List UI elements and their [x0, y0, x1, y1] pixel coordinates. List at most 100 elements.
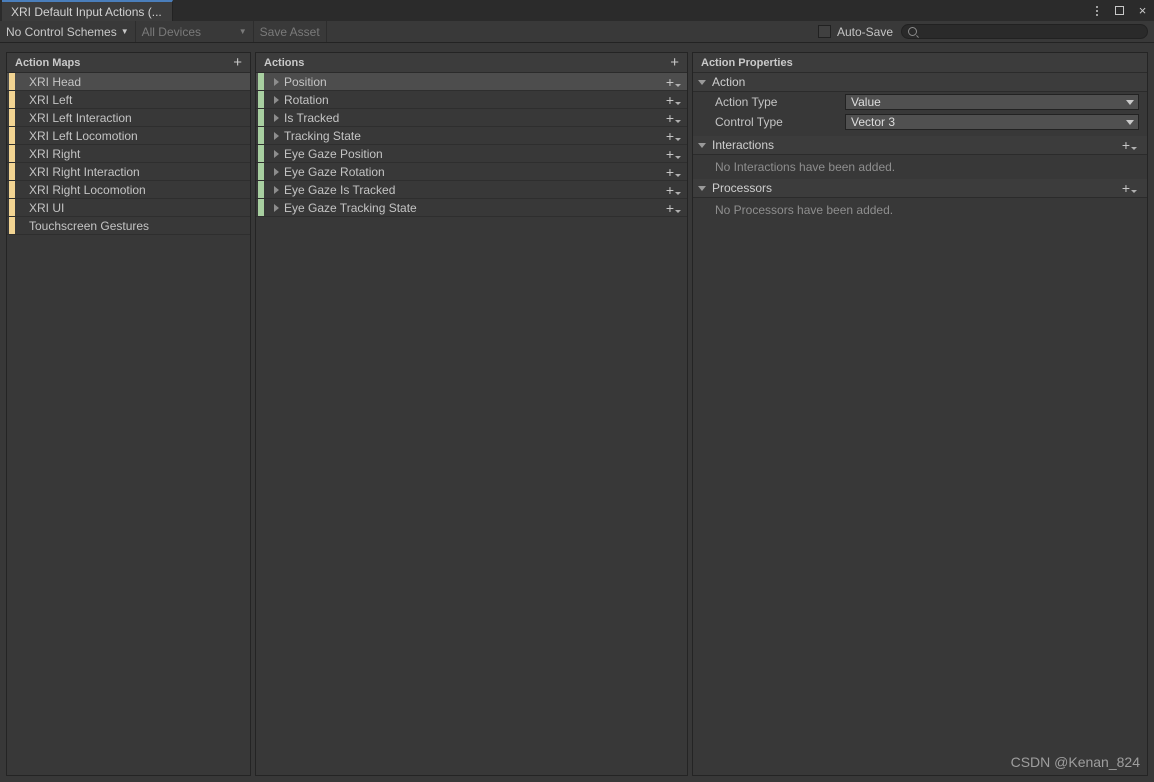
action-maps-list: XRI Head XRI Left XRI Left Interaction XRI …	[7, 73, 250, 235]
add-binding-plus: +	[666, 148, 674, 160]
action-map-row[interactable]: XRI Left	[7, 91, 250, 109]
action-properties-header: Action Properties	[693, 53, 1147, 73]
action-map-row[interactable]: XRI UI	[7, 199, 250, 217]
action-row[interactable]: Eye Gaze Tracking State+	[256, 199, 687, 217]
add-binding-button[interactable]: +	[666, 166, 687, 178]
kebab-menu-icon[interactable]	[1089, 3, 1104, 18]
action-map-label: XRI Right	[7, 147, 80, 161]
add-binding-plus: +	[666, 184, 674, 196]
chevron-down-icon	[675, 174, 681, 177]
action-map-label: XRI Right Locomotion	[7, 183, 146, 197]
add-action-map-button[interactable]: +	[229, 55, 246, 70]
close-icon[interactable]: ×	[1135, 3, 1150, 18]
save-asset-button[interactable]: Save Asset	[254, 21, 327, 42]
action-map-row[interactable]: Touchscreen Gestures	[7, 217, 250, 235]
action-map-row[interactable]: XRI Left Interaction	[7, 109, 250, 127]
action-color-bar	[258, 73, 264, 90]
search-input[interactable]	[901, 24, 1148, 39]
action-map-row[interactable]: XRI Left Locomotion	[7, 127, 250, 145]
toolbar-spacer	[327, 21, 814, 42]
action-map-color-bar	[9, 217, 15, 234]
add-binding-button[interactable]: +	[666, 202, 687, 214]
chevron-right-icon[interactable]	[274, 204, 279, 212]
action-label: Eye Gaze Is Tracked	[284, 183, 395, 197]
action-map-color-bar	[9, 199, 15, 216]
control-schemes-dropdown[interactable]: No Control Schemes ▼	[0, 21, 136, 42]
actions-header: Actions +	[256, 53, 687, 73]
processors-section-header[interactable]: Processors +	[693, 179, 1147, 198]
chevron-right-icon[interactable]	[274, 78, 279, 86]
action-row[interactable]: Is Tracked+	[256, 109, 687, 127]
action-row[interactable]: Rotation +	[256, 91, 687, 109]
add-action-button[interactable]: +	[666, 55, 683, 70]
chevron-right-icon[interactable]	[274, 186, 279, 194]
action-color-bar	[258, 109, 264, 126]
action-label: Rotation	[284, 93, 329, 107]
action-row[interactable]: Position+	[256, 73, 687, 91]
add-binding-button[interactable]: +	[666, 148, 687, 160]
action-map-row[interactable]: XRI Right Interaction	[7, 163, 250, 181]
action-row[interactable]: Eye Gaze Position+	[256, 145, 687, 163]
add-binding-button[interactable]: +	[666, 94, 687, 106]
add-binding-plus: +	[666, 202, 674, 214]
interactions-empty-text: No Interactions have been added.	[693, 155, 1147, 179]
window-title-bar: XRI Default Input Actions (... ×	[0, 0, 1154, 22]
add-interaction-button[interactable]: +	[1122, 139, 1143, 151]
interactions-section-header[interactable]: Interactions +	[693, 136, 1147, 155]
action-row[interactable]: Eye Gaze Rotation +	[256, 163, 687, 181]
action-maps-header: Action Maps +	[7, 53, 250, 73]
action-type-dropdown[interactable]: Value	[845, 94, 1139, 110]
watermark: CSDN @Kenan_824	[1011, 754, 1140, 770]
action-maps-panel: Action Maps + XRI Head XRI Left XRI Left I…	[6, 52, 251, 776]
action-label: Eye Gaze Rotation	[284, 165, 385, 179]
action-color-bar	[258, 163, 264, 180]
add-binding-plus: +	[666, 130, 674, 142]
maximize-icon[interactable]	[1112, 3, 1127, 18]
control-type-dropdown[interactable]: Vector 3	[845, 114, 1139, 130]
add-binding-plus: +	[666, 94, 674, 106]
action-section-header[interactable]: Action	[693, 73, 1147, 92]
chevron-down-icon	[675, 120, 681, 123]
action-map-row[interactable]: XRI Right Locomotion	[7, 181, 250, 199]
auto-save-toggle[interactable]: Auto-Save	[814, 21, 901, 42]
chevron-down-icon	[675, 138, 681, 141]
action-map-label: Touchscreen Gestures	[7, 219, 149, 233]
devices-dropdown[interactable]: All Devices ▼	[136, 21, 254, 42]
action-color-bar	[258, 127, 264, 144]
chevron-right-icon[interactable]	[274, 132, 279, 140]
chevron-down-icon: ▼	[121, 28, 129, 36]
action-type-label: Action Type	[715, 95, 845, 109]
action-map-color-bar	[9, 73, 15, 90]
add-processor-button[interactable]: +	[1122, 182, 1143, 194]
chevron-down-icon	[675, 84, 681, 87]
action-row[interactable]: Tracking State+	[256, 127, 687, 145]
add-binding-button[interactable]: +	[666, 76, 687, 88]
editor-tab[interactable]: XRI Default Input Actions (...	[2, 0, 173, 21]
chevron-right-icon[interactable]	[274, 168, 279, 176]
action-map-color-bar	[9, 163, 15, 180]
control-schemes-label: No Control Schemes	[6, 25, 117, 39]
action-section-title: Action	[712, 75, 745, 89]
chevron-down-icon	[675, 102, 681, 105]
chevron-down-icon	[675, 210, 681, 213]
chevron-down-icon	[1131, 147, 1137, 150]
action-map-color-bar	[9, 91, 15, 108]
action-map-row[interactable]: XRI Right	[7, 145, 250, 163]
auto-save-checkbox[interactable]	[818, 25, 831, 38]
add-binding-button[interactable]: +	[666, 112, 687, 124]
action-map-label: XRI Left	[7, 93, 72, 107]
chevron-down-icon	[1131, 190, 1137, 193]
chevron-right-icon[interactable]	[274, 96, 279, 104]
chevron-right-icon[interactable]	[274, 114, 279, 122]
add-binding-button[interactable]: +	[666, 130, 687, 142]
control-type-value: Vector 3	[851, 115, 895, 129]
chevron-down-icon: ▼	[239, 28, 247, 36]
action-map-label: XRI Left Interaction	[7, 111, 132, 125]
auto-save-label: Auto-Save	[837, 25, 893, 39]
action-map-label: XRI Left Locomotion	[7, 129, 138, 143]
action-map-row[interactable]: XRI Head	[7, 73, 250, 91]
add-binding-button[interactable]: +	[666, 184, 687, 196]
action-row[interactable]: Eye Gaze Is Tracked +	[256, 181, 687, 199]
chevron-down-icon	[698, 80, 706, 85]
chevron-right-icon[interactable]	[274, 150, 279, 158]
